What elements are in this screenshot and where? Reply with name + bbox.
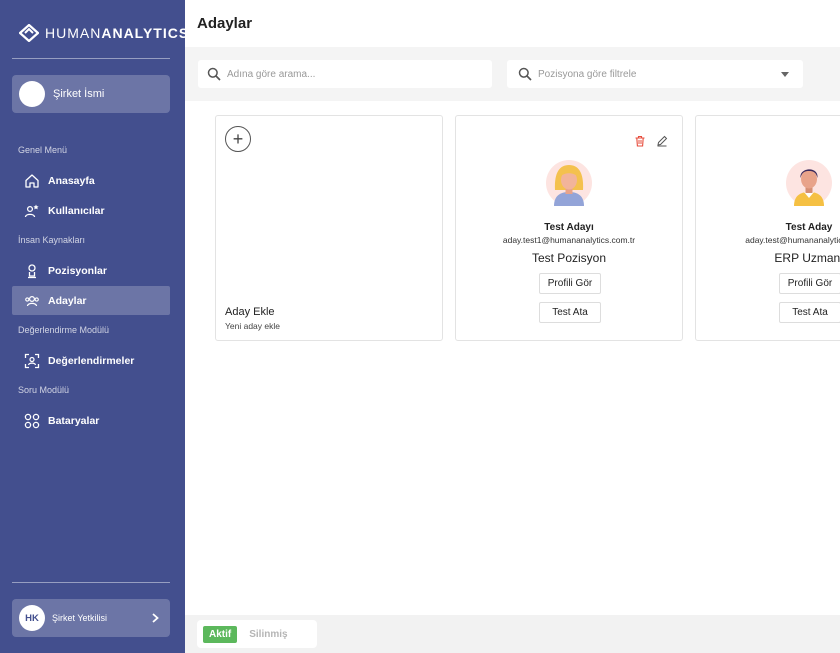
assign-test-button[interactable]: Test Ata	[779, 302, 840, 323]
company-name: Şirket İsmi	[53, 88, 105, 100]
company-selector[interactable]: Şirket İsmi	[12, 75, 170, 113]
person-icon	[28, 263, 36, 278]
sidebar-item-pozisyonlar[interactable]: Pozisyonlar	[12, 256, 170, 285]
search-icon	[207, 67, 221, 81]
status-tabs: Aktif Silinmiş	[197, 620, 317, 648]
candidate-card: Test Adayı aday.test1@humananalytics.com…	[455, 115, 683, 341]
sidebar-item-label: Değerlendirmeler	[48, 354, 135, 367]
tab-active[interactable]: Aktif	[203, 625, 238, 643]
section-title-questions: Soru Modülü	[18, 385, 70, 395]
female-avatar-icon	[546, 160, 592, 206]
candidate-name: Test Aday	[785, 222, 833, 233]
page-header: Adaylar	[185, 0, 840, 47]
plus-icon[interactable]: +	[225, 126, 251, 152]
section-title-hr: İnsan Kaynakları	[18, 235, 86, 245]
sidebar-item-kullanicilar[interactable]: Kullanıcılar	[12, 196, 170, 225]
sidebar-item-label: Anasayfa	[48, 174, 95, 187]
logo-text: HUMANANALYTICS	[45, 25, 190, 41]
sidebar-item-anasayfa[interactable]: Anasayfa	[12, 166, 170, 195]
user-menu[interactable]: HK Şirket Yetkilisi	[12, 599, 170, 637]
add-candidate-card[interactable]: + Aday Ekle Yeni aday ekle	[215, 115, 443, 341]
face-scan-icon	[24, 353, 40, 368]
male-avatar-icon	[786, 160, 832, 206]
company-logo	[19, 81, 45, 107]
sidebar-item-label: Kullanıcılar	[48, 204, 105, 217]
filter-bar: Pozisyona göre filtrele	[185, 47, 840, 101]
section-title-evaluation: Değerlendirme Modülü	[18, 325, 110, 335]
search-input[interactable]	[227, 68, 477, 80]
position-filter-select[interactable]: Pozisyona göre filtrele	[507, 60, 803, 88]
user-role: Şirket Yetkilisi	[52, 613, 108, 623]
group-icon	[25, 295, 39, 306]
candidate-email: aday.test1@humananalytics.com.tr	[502, 235, 636, 245]
assign-test-button[interactable]: Test Ata	[539, 302, 601, 323]
chevron-down-icon[interactable]	[781, 71, 789, 77]
grid-circles-icon	[24, 413, 40, 428]
search-icon	[518, 67, 532, 81]
position-filter-placeholder: Pozisyona göre filtrele	[538, 68, 637, 80]
divider	[12, 58, 170, 59]
candidates-grid: + Aday Ekle Yeni aday ekle Test Adayı ad…	[185, 101, 840, 615]
add-card-title: Aday Ekle	[225, 306, 275, 318]
view-profile-button[interactable]: Profili Gör	[779, 273, 840, 294]
tab-deleted[interactable]: Silinmiş	[249, 629, 287, 640]
trash-icon[interactable]	[634, 135, 646, 147]
logo[interactable]: HUMANANALYTICS	[19, 24, 189, 42]
page-title: Adaylar	[197, 15, 253, 32]
view-profile-button[interactable]: Profili Gör	[539, 273, 601, 294]
sidebar-item-degerlendirmeler[interactable]: Değerlendirmeler	[12, 346, 170, 375]
sidebar-item-label: Bataryalar	[48, 414, 100, 427]
sidebar: HUMANANALYTICS Şirket İsmi Genel Menü An…	[0, 0, 188, 653]
candidate-position: Test Pozisyon	[531, 251, 607, 265]
logo-icon	[19, 24, 39, 42]
edit-icon[interactable]	[656, 135, 668, 147]
users-gear-icon	[24, 204, 39, 217]
chevron-right-icon[interactable]	[149, 612, 161, 624]
sidebar-item-adaylar[interactable]: Adaylar	[12, 286, 170, 315]
card-actions	[634, 135, 668, 147]
candidate-email: aday.test@humananalytics.com.tr	[745, 235, 840, 245]
candidate-position: ERP Uzmanı	[774, 251, 840, 265]
home-icon	[25, 173, 39, 188]
search-box[interactable]	[198, 60, 492, 88]
candidate-name: Test Adayı	[544, 222, 594, 233]
candidate-card: Test Aday aday.test@humananalytics.com.t…	[695, 115, 840, 341]
sidebar-item-label: Pozisyonlar	[48, 264, 107, 277]
footer-bar: Aktif Silinmiş	[185, 615, 840, 653]
add-card-subtitle: Yeni aday ekle	[225, 321, 280, 331]
avatar: HK	[19, 605, 45, 631]
divider	[12, 582, 170, 583]
section-title-general: Genel Menü	[18, 145, 68, 155]
sidebar-item-label: Adaylar	[48, 294, 87, 307]
sidebar-item-bataryalar[interactable]: Bataryalar	[12, 406, 170, 435]
